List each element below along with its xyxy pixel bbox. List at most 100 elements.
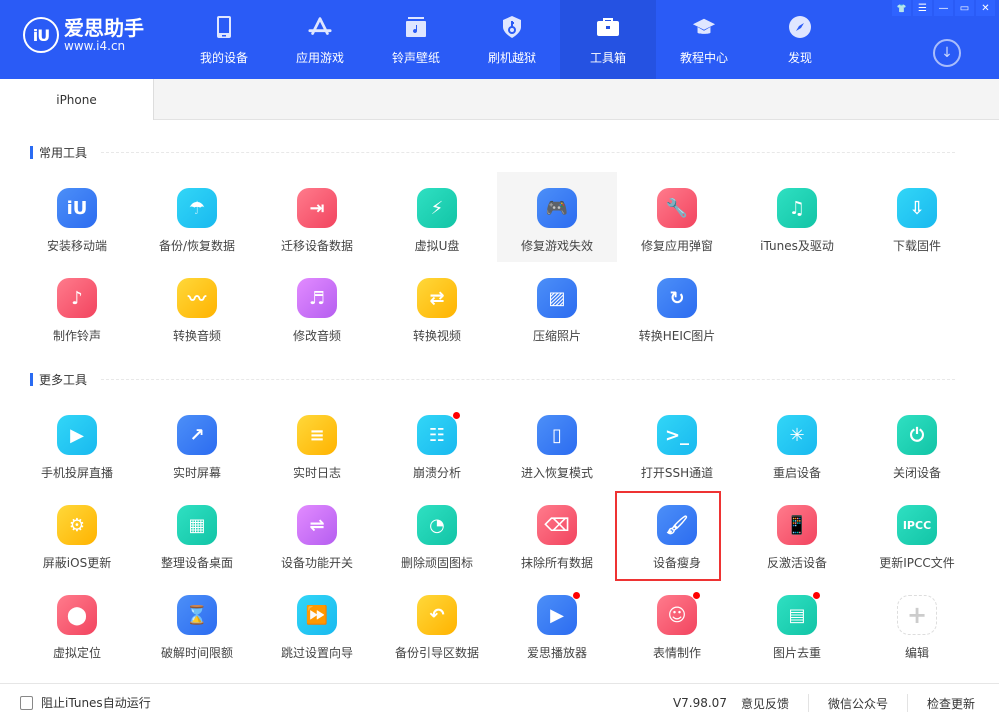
tool-image[interactable]: ▨ 压缩照片 <box>497 262 617 352</box>
skin-button[interactable]: 👕 <box>892 0 911 16</box>
tool-clipboard-list[interactable]: ☷ 崩溃分析 <box>377 399 497 489</box>
tool-window-wrench[interactable]: 🔧 修复应用弹窗 <box>617 172 737 262</box>
phone-lock-icon: 📱 <box>777 505 817 545</box>
images-stack-icon: ▤ <box>777 591 821 635</box>
grid-icon: ▦ <box>177 505 217 545</box>
tool-grid[interactable]: ▦ 整理设备桌面 <box>137 489 257 579</box>
tool-iu-logo[interactable]: iU 安装移动端 <box>17 172 137 262</box>
plus-icon: + <box>897 595 937 635</box>
icon-glyph: ⇌ <box>309 514 325 536</box>
tool-gear-slash[interactable]: ⚙ 屏蔽iOS更新 <box>17 489 137 579</box>
tool-play-circle[interactable]: ▶ 爱思播放器 <box>497 579 617 669</box>
tool-skip-setup[interactable]: ⏩ 跳过设置向导 <box>257 579 377 669</box>
icon-glyph: ☂ <box>188 197 206 219</box>
tool-label: 删除顽固图标 <box>400 556 473 570</box>
feedback-link[interactable]: 意见反馈 <box>741 695 789 712</box>
tool-label: 表情制作 <box>652 646 701 660</box>
tool-smiley-face[interactable]: ☺ 表情制作 <box>617 579 737 669</box>
icon-glyph: ▦ <box>188 514 206 536</box>
tool-label: 抹除所有数据 <box>520 556 593 570</box>
tool-images-stack[interactable]: ▤ 图片去重 <box>737 579 857 669</box>
nav-label: 铃声壁纸 <box>391 51 440 65</box>
nav-my-device[interactable]: 我的设备 <box>176 0 272 79</box>
menu-button[interactable]: ☰ <box>913 0 932 16</box>
tool-ipcc[interactable]: IPCC 更新IPCC文件 <box>857 489 977 579</box>
icon-glyph: IPCC <box>902 518 932 532</box>
tab-iphone[interactable]: iPhone <box>0 79 154 120</box>
itunes-autorun-checkbox[interactable] <box>20 695 33 710</box>
main-nav: 我的设备 应用游戏 铃声壁纸 刷机越狱 工具箱 教程中心 发现 <box>176 0 848 79</box>
app-logo: iU 爱思助手 www.i4.cn <box>23 17 144 53</box>
maximize-icon: ▭ <box>959 2 970 14</box>
tool-label: 图片去重 <box>772 646 821 660</box>
icon-glyph: 🎮 <box>545 197 569 219</box>
logo-icon: iU <box>23 17 59 53</box>
tool-image-convert[interactable]: ↻ 转换HEIC图片 <box>617 262 737 352</box>
tool-phone-play[interactable]: ▶ 手机投屏直播 <box>17 399 137 489</box>
nav-flash-jailbreak[interactable]: 刷机越狱 <box>464 0 560 79</box>
tool-music-note-plus[interactable]: ♪ 制作铃声 <box>17 262 137 352</box>
section-header-more: 更多工具 <box>30 371 955 388</box>
tool-music-gear[interactable]: ♫ iTunes及驱动 <box>737 172 857 262</box>
minimize-button[interactable]: — <box>934 0 953 16</box>
itunes-autorun-option[interactable]: 阻止iTunes自动运行 <box>20 694 151 711</box>
tool-download-tray[interactable]: ⇩ 下载固件 <box>857 172 977 262</box>
tool-location-pin[interactable]: ⬤ 虚拟定位 <box>17 579 137 669</box>
iu-logo-icon: iU <box>57 188 97 228</box>
nav-tutorials[interactable]: 教程中心 <box>656 0 752 79</box>
icon-glyph: ✳ <box>789 424 805 446</box>
tool-brush[interactable]: 🖌 设备瘦身 <box>615 489 737 581</box>
download-manager-button[interactable]: ↓ <box>933 39 961 67</box>
clipboard-list-icon: ☷ <box>417 411 461 455</box>
close-button[interactable]: ✕ <box>976 0 995 16</box>
tablet-cable-icon: ▯ <box>537 415 577 455</box>
tool-plus[interactable]: + 编辑 <box>857 579 977 669</box>
status-bar: 阻止iTunes自动运行 V7.98.07 意见反馈 微信公众号 检查更新 <box>0 683 999 719</box>
section-divider <box>101 379 955 380</box>
tool-hourglass[interactable]: ⌛ 破解时间限额 <box>137 579 257 669</box>
toolbox-icon <box>596 15 620 39</box>
icon-glyph: ▶ <box>550 604 564 626</box>
check-update-link[interactable]: 检查更新 <box>927 695 975 712</box>
icon-glyph: ⇩ <box>909 197 925 219</box>
wechat-link[interactable]: 微信公众号 <box>828 695 888 712</box>
tool-migrate[interactable]: ⇥ 迁移设备数据 <box>257 172 377 262</box>
tool-label: 破解时间限额 <box>160 646 233 660</box>
tool-gamepad[interactable]: 🎮 修复游戏失效 <box>497 172 617 262</box>
tool-loading-spinner[interactable]: ✳ 重启设备 <box>737 399 857 489</box>
icon-glyph: ⏻ <box>909 424 925 446</box>
loading-spinner-icon: ✳ <box>777 415 817 455</box>
tool-pie-chart[interactable]: ◔ 删除顽固图标 <box>377 489 497 579</box>
tool-screen-mirror[interactable]: ↗ 实时屏幕 <box>137 399 257 489</box>
tool-label: 转换音频 <box>172 329 221 343</box>
tool-eraser[interactable]: ⌫ 抹除所有数据 <box>497 489 617 579</box>
tool-audio-file-gear[interactable]: ♬ 修改音频 <box>257 262 377 352</box>
tool-tablet-cable[interactable]: ▯ 进入恢复模式 <box>497 399 617 489</box>
list-icon: ☰ <box>918 2 927 14</box>
icon-glyph: ◔ <box>429 514 445 536</box>
nav-apps-games[interactable]: 应用游戏 <box>272 0 368 79</box>
tool-document[interactable]: ≡ 实时日志 <box>257 399 377 489</box>
nav-toolbox[interactable]: 工具箱 <box>560 0 656 79</box>
nav-ringtones-wallpapers[interactable]: 铃声壁纸 <box>368 0 464 79</box>
icon-glyph: ♫ <box>788 197 806 219</box>
tool-video-camera[interactable]: ⇄ 转换视频 <box>377 262 497 352</box>
icon-glyph: ♪ <box>71 287 83 309</box>
tool-label: 安装移动端 <box>46 239 107 253</box>
tool-terminal[interactable]: >_ 打开SSH通道 <box>617 399 737 489</box>
tool-label: 修复游戏失效 <box>520 239 593 253</box>
icon-glyph: >_ <box>664 424 690 446</box>
download-tray-icon: ⇩ <box>897 188 937 228</box>
nav-discover[interactable]: 发现 <box>752 0 848 79</box>
tool-disk-backup[interactable]: ↶ 备份引导区数据 <box>377 579 497 669</box>
tool-umbrella[interactable]: ☂ 备份/恢复数据 <box>137 172 257 262</box>
maximize-button[interactable]: ▭ <box>955 0 974 16</box>
tool-waveform[interactable]: 〰转换音频 <box>137 262 257 352</box>
app-store-icon <box>308 15 332 39</box>
shirt-icon: 👕 <box>896 3 907 13</box>
tool-power[interactable]: ⏻ 关闭设备 <box>857 399 977 489</box>
tool-usb-drive[interactable]: ⚡ 虚拟U盘 <box>377 172 497 262</box>
tool-toggle[interactable]: ⇌ 设备功能开关 <box>257 489 377 579</box>
tool-label: 修复应用弹窗 <box>640 239 713 253</box>
tool-phone-lock[interactable]: 📱 反激活设备 <box>737 489 857 579</box>
